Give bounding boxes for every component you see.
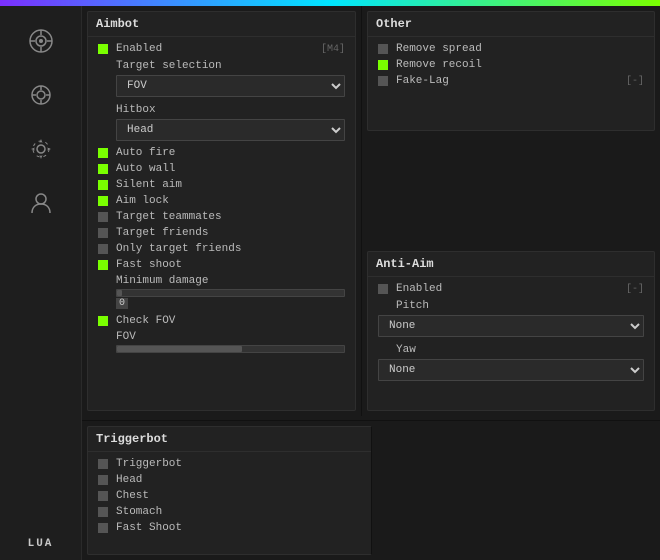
aimbot-panel: Aimbot Enabled [M4] Target selection FOV <box>87 11 356 411</box>
triggerbot-label: Triggerbot <box>116 458 361 470</box>
bottom-right-spacer <box>377 421 660 560</box>
aim-lock-row[interactable]: Aim lock <box>94 193 349 209</box>
min-damage-track[interactable] <box>116 289 345 297</box>
auto-wall-row[interactable]: Auto wall <box>94 161 349 177</box>
triggerbot-chest-row[interactable]: Chest <box>94 488 365 504</box>
triggerbot-head-row[interactable]: Head <box>94 472 365 488</box>
triggerbot-chest-label: Chest <box>116 490 361 502</box>
fake-lag-row[interactable]: Fake-Lag [-] <box>374 73 648 89</box>
yaw-dropdown[interactable]: None Spin Jitter <box>378 359 644 381</box>
triggerbot-fastshoot-indicator <box>98 523 108 533</box>
sidebar-icon-player[interactable] <box>11 178 71 228</box>
min-damage-container: Minimum damage 0 <box>116 275 345 309</box>
target-friends-row[interactable]: Target friends <box>94 225 349 241</box>
triggerbot-stomach-indicator <box>98 507 108 517</box>
hitbox-label: Hitbox <box>94 101 349 117</box>
remove-spread-label: Remove spread <box>396 43 644 55</box>
antiaim-enabled-key: [-] <box>626 284 644 295</box>
triggerbot-head-label: Head <box>116 474 361 486</box>
fake-lag-indicator <box>378 76 388 86</box>
silent-aim-label: Silent aim <box>116 179 345 191</box>
check-fov-label: Check FOV <box>116 315 345 327</box>
aimbot-enabled-label: Enabled <box>116 43 321 55</box>
remove-recoil-label: Remove recoil <box>396 59 644 71</box>
other-title: Other <box>368 12 654 37</box>
fov-container: FOV <box>116 331 345 353</box>
triggerbot-title: Triggerbot <box>88 427 371 452</box>
target-selection-dropdown[interactable]: FOV Distance Health <box>116 75 345 97</box>
antiaim-enabled-row[interactable]: Enabled [-] <box>374 281 648 297</box>
triggerbot-fastshoot-label: Fast Shoot <box>116 522 361 534</box>
antiaim-title: Anti-Aim <box>368 252 654 277</box>
aim-lock-label: Aim lock <box>116 195 345 207</box>
min-damage-fill <box>117 290 122 296</box>
target-teammates-label: Target teammates <box>116 211 345 223</box>
auto-fire-row[interactable]: Auto fire <box>94 145 349 161</box>
triggerbot-indicator <box>98 459 108 469</box>
check-fov-indicator <box>98 316 108 326</box>
fast-shoot-indicator <box>98 260 108 270</box>
fov-label: FOV <box>116 331 345 343</box>
antiaim-enabled-label: Enabled <box>396 283 626 295</box>
only-target-friends-indicator <box>98 244 108 254</box>
sidebar-icon-settings[interactable] <box>11 124 71 174</box>
pitch-dropdown[interactable]: None Down Up <box>378 315 644 337</box>
aimbot-enabled-key: [M4] <box>321 44 345 55</box>
other-panel: Other Remove spread Remove recoil Fak <box>367 11 655 131</box>
auto-wall-label: Auto wall <box>116 163 345 175</box>
sidebar-icon-visuals[interactable] <box>11 70 71 120</box>
yaw-label: Yaw <box>374 341 648 357</box>
sidebar-icon-aimbot[interactable] <box>11 16 71 66</box>
sidebar: LUA <box>0 6 82 560</box>
aimbot-enabled-row[interactable]: Enabled [M4] <box>94 41 349 57</box>
fov-fill <box>117 346 242 352</box>
fov-track[interactable] <box>116 345 345 353</box>
triggerbot-fastshoot-row[interactable]: Fast Shoot <box>94 520 365 536</box>
triggerbot-stomach-label: Stomach <box>116 506 361 518</box>
aim-lock-indicator <box>98 196 108 206</box>
hitbox-dropdown[interactable]: Head Chest Stomach <box>116 119 345 141</box>
remove-spread-row[interactable]: Remove spread <box>374 41 648 57</box>
target-friends-indicator <box>98 228 108 238</box>
triggerbot-row[interactable]: Triggerbot <box>94 456 365 472</box>
auto-fire-indicator <box>98 148 108 158</box>
auto-fire-label: Auto fire <box>116 147 345 159</box>
check-fov-row[interactable]: Check FOV <box>94 313 349 329</box>
remove-spread-indicator <box>378 44 388 54</box>
remove-recoil-indicator <box>378 60 388 70</box>
target-teammates-indicator <box>98 212 108 222</box>
silent-aim-row[interactable]: Silent aim <box>94 177 349 193</box>
triggerbot-head-indicator <box>98 475 108 485</box>
target-teammates-row[interactable]: Target teammates <box>94 209 349 225</box>
antiaim-panel: Anti-Aim Enabled [-] Pitch None Down Up <box>367 251 655 411</box>
bottom-row: Triggerbot Triggerbot Head Chest <box>82 420 660 560</box>
auto-wall-indicator <box>98 164 108 174</box>
fast-shoot-row[interactable]: Fast shoot <box>94 257 349 273</box>
only-target-friends-row[interactable]: Only target friends <box>94 241 349 257</box>
target-friends-label: Target friends <box>116 227 345 239</box>
min-damage-value: 0 <box>116 298 128 309</box>
target-selection-label: Target selection <box>94 57 349 73</box>
aimbot-title: Aimbot <box>88 12 355 37</box>
aimbot-enabled-indicator <box>98 44 108 54</box>
pitch-label: Pitch <box>374 297 648 313</box>
fake-lag-label: Fake-Lag <box>396 75 626 87</box>
triggerbot-panel: Triggerbot Triggerbot Head Chest <box>87 426 372 555</box>
min-damage-label: Minimum damage <box>116 275 345 287</box>
only-target-friends-label: Only target friends <box>116 243 345 255</box>
triggerbot-stomach-row[interactable]: Stomach <box>94 504 365 520</box>
antiaim-enabled-indicator <box>378 284 388 294</box>
triggerbot-chest-indicator <box>98 491 108 501</box>
fast-shoot-label: Fast shoot <box>116 259 345 271</box>
remove-recoil-row[interactable]: Remove recoil <box>374 57 648 73</box>
sidebar-lua-label: LUA <box>28 538 54 550</box>
fake-lag-key: [-] <box>626 76 644 87</box>
silent-aim-indicator <box>98 180 108 190</box>
main-content: Aimbot Enabled [M4] Target selection FOV <box>82 6 660 560</box>
